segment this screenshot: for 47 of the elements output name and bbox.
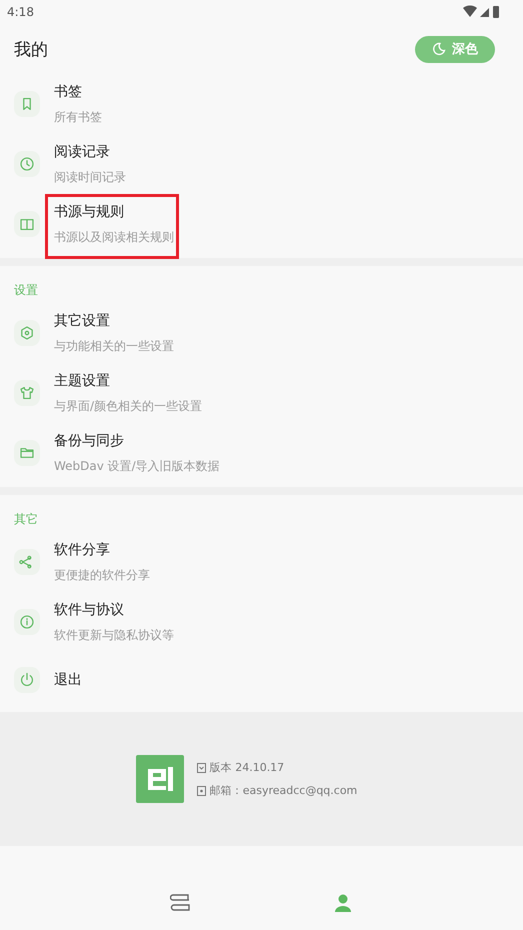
menu-item-subtitle: 所有书签 (54, 108, 102, 126)
menu-item[interactable]: 软件与协议 软件更新与隐私协议等 (0, 592, 523, 652)
menu-item-subtitle: WebDav 设置/导入旧版本数据 (54, 458, 220, 474)
page-title: 我的 (14, 38, 48, 60)
menu-item-title: 书签 (54, 82, 83, 100)
email-text: 邮箱：easyreadcc@qq.com (210, 783, 358, 798)
person-icon (332, 893, 353, 913)
email-icon (196, 786, 206, 796)
clock-icon (14, 151, 40, 177)
moon-icon (432, 42, 446, 56)
menu-item-title: 软件分享 (54, 540, 111, 558)
menu-item-title: 备份与同步 (54, 432, 125, 450)
menu-item-subtitle: 更便捷的软件分享 (54, 566, 150, 584)
menu-item-title: 主题设置 (54, 372, 111, 390)
gear-icon (14, 320, 40, 346)
app-logo (136, 755, 184, 803)
power-icon (14, 667, 40, 693)
menu-item[interactable]: 书签 所有书签 (0, 74, 523, 134)
menu-item[interactable]: 书源与规则 书源以及阅读相关规则 (0, 194, 523, 254)
shirt-icon (14, 380, 40, 406)
menu-item-title: 其它设置 (54, 312, 111, 330)
menu-item[interactable]: 退出 (0, 652, 523, 708)
status-time: 4:18 (7, 5, 34, 19)
bookmark-icon (14, 91, 40, 117)
book-icon (14, 211, 40, 237)
menu-item-title: 书源与规则 (54, 202, 125, 220)
folder-icon (14, 440, 40, 466)
menu-item-subtitle: 书源以及阅读相关规则 (54, 228, 174, 246)
menu-item-subtitle: 与功能相关的一些设置 (54, 338, 174, 354)
menu-item[interactable]: 备份与同步 WebDav 设置/导入旧版本数据 (0, 423, 523, 483)
section-heading: 其它 (13, 511, 39, 528)
menu-item-title: 阅读记录 (54, 142, 111, 160)
menu-item[interactable]: 软件分享 更便捷的软件分享 (0, 532, 523, 592)
version-icon (196, 762, 206, 772)
menu-item-title: 软件与协议 (54, 600, 125, 618)
menu-item-subtitle: 与界面/颜色相关的一些设置 (54, 398, 202, 414)
menu-item[interactable]: 主题设置 与界面/颜色相关的一些设置 (0, 363, 523, 423)
version-text: 版本 24.10.17 (210, 760, 284, 775)
menu-item-title: 退出 (54, 671, 82, 689)
info-icon (14, 609, 40, 635)
section-heading: 设置 (13, 282, 39, 299)
menu-item-subtitle: 阅读时间记录 (54, 168, 126, 186)
menu-item[interactable]: 阅读记录 阅读时间记录 (0, 134, 523, 194)
menu-item[interactable]: 其它设置 与功能相关的一些设置 (0, 303, 523, 363)
books-icon (170, 893, 192, 913)
menu-item-subtitle: 软件更新与隐私协议等 (54, 626, 174, 644)
share-icon (14, 549, 40, 575)
